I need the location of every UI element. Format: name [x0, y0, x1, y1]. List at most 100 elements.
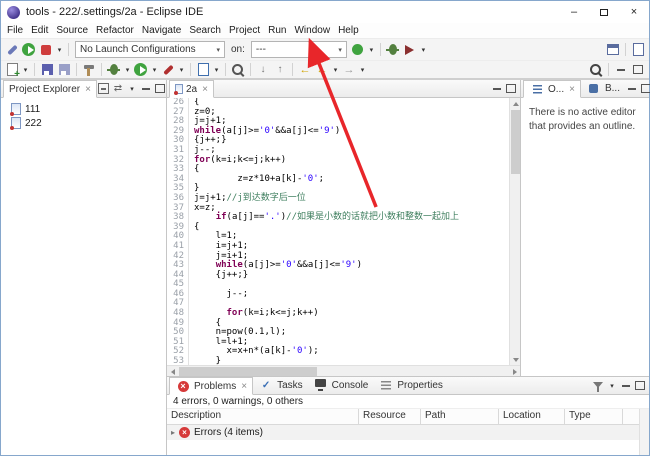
- view-menu-icon[interactable]: [125, 82, 139, 96]
- column-header-location[interactable]: Location: [499, 409, 565, 424]
- quick-access-search-icon[interactable]: [588, 62, 604, 78]
- tab-properties[interactable]: Properties: [373, 376, 448, 394]
- line-number: 53: [167, 357, 189, 365]
- back-chevron-icon[interactable]: [331, 62, 340, 78]
- expand-arrow-icon[interactable]: ▸: [171, 428, 175, 437]
- minimize-panel-icon[interactable]: [625, 82, 639, 96]
- error-icon: ×: [179, 427, 190, 438]
- run-button[interactable]: [21, 42, 37, 58]
- close-icon[interactable]: ×: [569, 84, 575, 95]
- forward-chevron-icon[interactable]: [358, 62, 367, 78]
- coverage-button[interactable]: [402, 42, 418, 58]
- scroll-down-icon[interactable]: [510, 354, 521, 365]
- next-annotation-icon[interactable]: [255, 62, 271, 78]
- tree-item-label: 111: [25, 104, 40, 115]
- close-icon[interactable]: ×: [202, 84, 208, 95]
- toolbar-separator: [76, 63, 77, 76]
- menu-item-search[interactable]: Search: [185, 24, 225, 37]
- tab-project-explorer[interactable]: Project Explorer ×: [3, 80, 97, 98]
- run-as-chevron-icon[interactable]: [150, 62, 159, 78]
- external-tools-chevron-icon[interactable]: [177, 62, 186, 78]
- external-tools-icon[interactable]: [4, 42, 20, 58]
- debug-as-icon[interactable]: [106, 62, 122, 78]
- horizontal-scrollbar[interactable]: [167, 365, 520, 376]
- maximize-panel-icon[interactable]: [153, 82, 167, 96]
- file-icon: [11, 103, 21, 115]
- view-menu-icon[interactable]: [605, 379, 619, 393]
- external-tools-run-icon[interactable]: [160, 62, 176, 78]
- menu-item-refactor[interactable]: Refactor: [92, 24, 138, 37]
- run-history-chevron-icon[interactable]: [55, 42, 64, 58]
- menu-item-navigate[interactable]: Navigate: [138, 24, 185, 37]
- table-scrollbar[interactable]: [639, 409, 649, 455]
- scrollbar-thumb[interactable]: [511, 110, 520, 174]
- back-icon[interactable]: [314, 62, 330, 78]
- new-wizard-icon[interactable]: [4, 62, 20, 78]
- launch-target-combo[interactable]: ---▾: [251, 41, 347, 58]
- launch-refresh-icon[interactable]: [350, 42, 366, 58]
- tab-b[interactable]: B...: [581, 79, 625, 97]
- code-editor[interactable]: 26{27z=0;28j=j+1;29while(a[j]>='0'&&a[j]…: [167, 98, 520, 365]
- close-button[interactable]: ×: [619, 1, 649, 23]
- column-header-resource[interactable]: Resource: [359, 409, 421, 424]
- maximize-toolbar-icon[interactable]: [630, 62, 646, 78]
- collapse-all-icon[interactable]: [97, 82, 111, 96]
- vertical-scrollbar[interactable]: [509, 98, 520, 365]
- project-explorer-tabbar: Project Explorer ×: [1, 80, 166, 98]
- new-wizard-chevron-icon[interactable]: [21, 62, 30, 78]
- column-header-description[interactable]: Description: [167, 409, 359, 424]
- open-perspective-icon[interactable]: [605, 42, 621, 58]
- maximize-panel-icon[interactable]: [639, 82, 650, 96]
- build-all-icon[interactable]: [81, 62, 97, 78]
- menu-item-edit[interactable]: Edit: [27, 24, 52, 37]
- new-class-chevron-icon[interactable]: [212, 62, 221, 78]
- launch-options-chevron-icon[interactable]: [367, 42, 376, 58]
- maximize-button[interactable]: [589, 1, 619, 23]
- project-tree[interactable]: 111222: [1, 98, 166, 455]
- tab-problems[interactable]: Problems×: [169, 377, 253, 395]
- launch-configuration-combo[interactable]: No Launch Configurations▾: [75, 41, 225, 58]
- minimize-panel-icon[interactable]: [619, 379, 633, 393]
- menu-item-help[interactable]: Help: [334, 24, 363, 37]
- menu-item-window[interactable]: Window: [290, 24, 334, 37]
- minimize-panel-icon[interactable]: [490, 82, 504, 96]
- errors-group-row[interactable]: ▸ × Errors (4 items): [167, 425, 649, 440]
- tab-console[interactable]: Console: [308, 376, 374, 394]
- debug-button[interactable]: [385, 42, 401, 58]
- link-with-editor-icon[interactable]: [111, 82, 125, 96]
- close-icon[interactable]: ×: [241, 381, 247, 392]
- menu-item-run[interactable]: Run: [264, 24, 290, 37]
- tab-editor-2a[interactable]: 2a ×: [169, 80, 214, 98]
- save-all-icon[interactable]: [56, 62, 72, 78]
- filter-icon[interactable]: [591, 379, 605, 393]
- minimize-panel-icon[interactable]: [139, 82, 153, 96]
- run-as-icon[interactable]: [133, 62, 149, 78]
- tree-item-111[interactable]: 111: [1, 102, 166, 116]
- maximize-panel-icon[interactable]: [504, 82, 518, 96]
- open-type-icon[interactable]: [230, 62, 246, 78]
- column-header-type[interactable]: Type: [565, 409, 623, 424]
- java-perspective-icon[interactable]: [630, 42, 646, 58]
- column-header-path[interactable]: Path: [421, 409, 499, 424]
- forward-icon[interactable]: [341, 62, 357, 78]
- tab-tasks[interactable]: Tasks: [253, 376, 308, 394]
- code-area[interactable]: 26{27z=0;28j=j+1;29while(a[j]>='0'&&a[j]…: [167, 98, 509, 365]
- maximize-panel-icon[interactable]: [633, 379, 647, 393]
- scroll-up-icon[interactable]: [510, 98, 521, 109]
- tree-item-222[interactable]: 222: [1, 116, 166, 130]
- minimize-button[interactable]: –: [559, 1, 589, 23]
- last-edit-location-icon[interactable]: [297, 62, 313, 78]
- minimize-toolbar-icon[interactable]: [613, 62, 629, 78]
- scrollbar-thumb[interactable]: [179, 367, 317, 376]
- new-class-icon[interactable]: [195, 62, 211, 78]
- save-icon[interactable]: [39, 62, 55, 78]
- coverage-chevron-icon[interactable]: [419, 42, 428, 58]
- tab-o[interactable]: O...×: [523, 80, 581, 98]
- menu-item-project[interactable]: Project: [225, 24, 264, 37]
- prev-annotation-icon[interactable]: [272, 62, 288, 78]
- menu-item-file[interactable]: File: [3, 24, 27, 37]
- menu-item-source[interactable]: Source: [52, 24, 92, 37]
- debug-as-chevron-icon[interactable]: [123, 62, 132, 78]
- terminate-button[interactable]: [38, 42, 54, 58]
- close-icon[interactable]: ×: [85, 84, 91, 95]
